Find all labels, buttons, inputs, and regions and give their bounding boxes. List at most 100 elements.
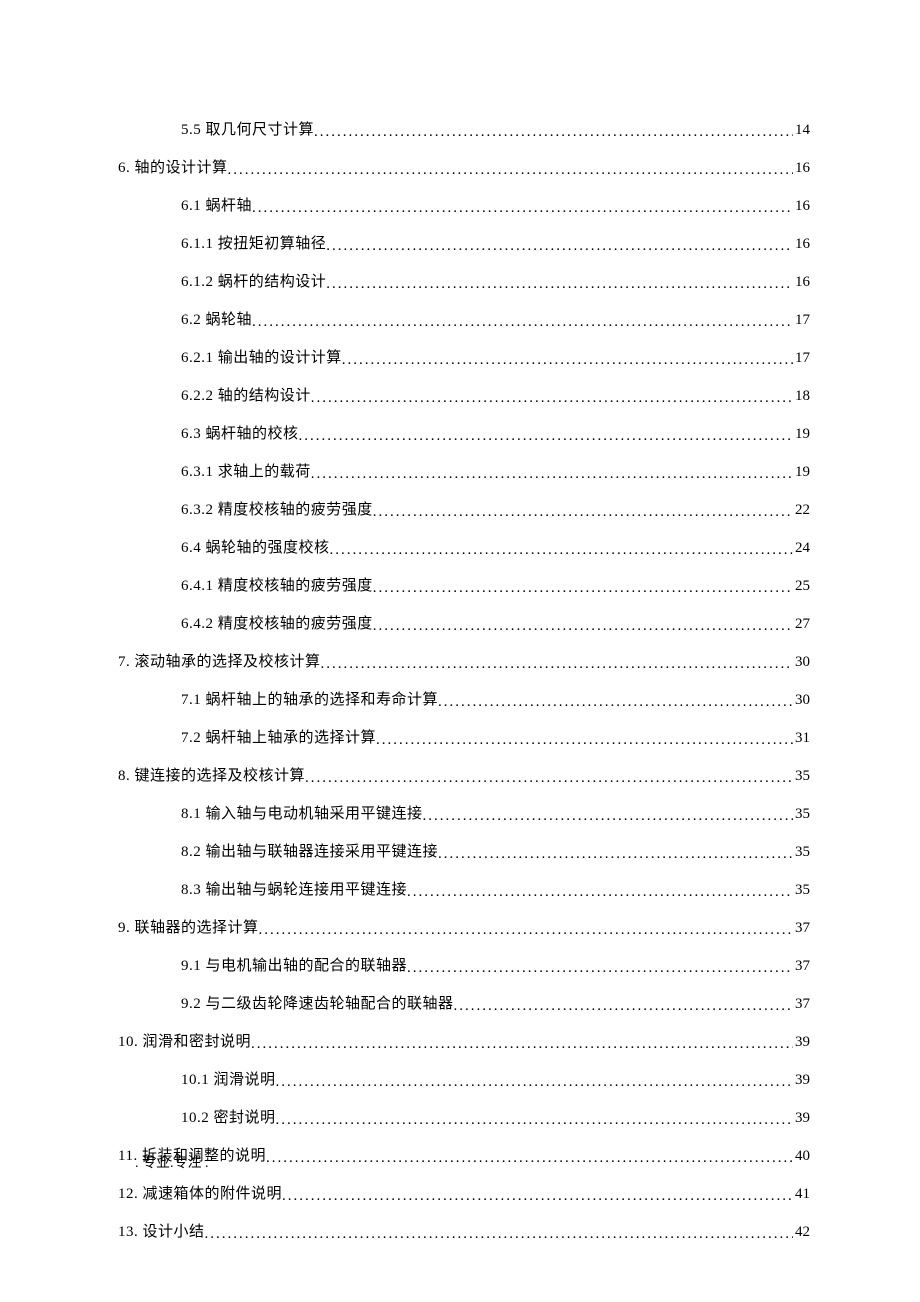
toc-page-number: 30 [793,654,810,671]
toc-entry: 6.2.2 轴的结构设计 18 [118,384,810,405]
toc-entry: 6.2 蜗轮轴 17 [118,308,810,329]
table-of-contents: 5.5 取几何尺寸计算 146. 轴的设计计算 166.1 蜗杆轴 166.1.… [118,118,810,1241]
toc-page-number: 40 [793,1148,810,1165]
toc-label: 9. 联轴器的选择计算 [118,916,259,937]
toc-entry: 9.2 与二级齿轮降速齿轮轴配合的联轴器 37 [118,992,810,1013]
toc-label: 13. 设计小结 [118,1220,205,1241]
toc-leader-dots [305,770,793,785]
toc-label: 6.2 蜗轮轴 [181,308,252,329]
toc-page-number: 35 [793,806,810,823]
toc-page-number: 19 [793,464,810,481]
toc-leader-dots [299,428,793,443]
toc-entry: 6.1 蜗杆轴 16 [118,194,810,215]
toc-entry: 6.3 蜗杆轴的校核 19 [118,422,810,443]
toc-page-number: 16 [793,198,810,215]
toc-label: 6. 轴的设计计算 [118,156,228,177]
toc-leader-dots [205,1226,793,1241]
toc-label: 6.1.1 按扭矩初算轴径 [181,232,326,253]
toc-entry: 7.2 蜗杆轴上轴承的选择计算 31 [118,726,810,747]
toc-entry: 10.1 润滑说明 39 [118,1068,810,1089]
toc-leader-dots [326,276,793,291]
toc-page-number: 19 [793,426,810,443]
toc-leader-dots [330,542,793,557]
toc-leader-dots [373,618,793,633]
toc-page-number: 18 [793,388,810,405]
toc-label: 6.3.2 精度校核轴的疲劳强度 [181,498,373,519]
toc-entry: 10.2 密封说明 39 [118,1106,810,1127]
toc-page-number: 22 [793,502,810,519]
toc-entry: 6.3.2 精度校核轴的疲劳强度 22 [118,498,810,519]
toc-leader-dots [342,352,793,367]
toc-label: 9.1 与电机输出轴的配合的联轴器 [181,954,407,975]
toc-page-number: 37 [793,958,810,975]
toc-page-number: 41 [793,1186,810,1203]
toc-page-number: 35 [793,768,810,785]
toc-entry: 5.5 取几何尺寸计算 14 [118,118,810,139]
toc-page-number: 39 [793,1034,810,1051]
toc-entry: 8.2 输出轴与联轴器连接采用平键连接 35 [118,840,810,861]
toc-label: 6.3.1 求轴上的载荷 [181,460,311,481]
toc-leader-dots [252,314,793,329]
toc-label: 9.2 与二级齿轮降速齿轮轴配合的联轴器 [181,992,454,1013]
toc-leader-dots [252,200,793,215]
toc-leader-dots [326,238,793,253]
toc-page-number: 37 [793,996,810,1013]
toc-page-number: 24 [793,540,810,557]
toc-entry: 6.3.1 求轴上的载荷 19 [118,460,810,481]
toc-entry: 10. 润滑和密封说明 39 [118,1030,810,1051]
toc-entry: 7. 滚动轴承的选择及校核计算 30 [118,650,810,671]
toc-leader-dots [259,922,793,937]
toc-label: 7.2 蜗杆轴上轴承的选择计算 [181,726,376,747]
toc-label: 12. 减速箱体的附件说明 [118,1182,282,1203]
document-page: 5.5 取几何尺寸计算 146. 轴的设计计算 166.1 蜗杆轴 166.1.… [0,0,920,1302]
toc-leader-dots [373,580,793,595]
toc-label: 6.2.2 轴的结构设计 [181,384,311,405]
toc-page-number: 14 [793,122,810,139]
toc-page-number: 16 [793,236,810,253]
toc-leader-dots [407,960,793,975]
toc-label: 6.1 蜗杆轴 [181,194,252,215]
toc-leader-dots [321,656,793,671]
toc-entry: 9.1 与电机输出轴的配合的联轴器 37 [118,954,810,975]
toc-label: 10.2 密封说明 [181,1106,276,1127]
toc-label: 8. 键连接的选择及校核计算 [118,764,305,785]
toc-entry: 6.4.2 精度校核轴的疲劳强度 27 [118,612,810,633]
toc-leader-dots [454,998,793,1013]
toc-label: 6.1.2 蜗杆的结构设计 [181,270,326,291]
toc-page-number: 17 [793,312,810,329]
toc-entry: 8.1 输入轴与电动机轴采用平键连接 35 [118,802,810,823]
toc-entry: 6.1.1 按扭矩初算轴径 16 [118,232,810,253]
toc-page-number: 35 [793,882,810,899]
toc-leader-dots [376,732,793,747]
toc-leader-dots [311,390,793,405]
toc-leader-dots [276,1112,793,1127]
toc-page-number: 17 [793,350,810,367]
toc-page-number: 35 [793,844,810,861]
toc-label: 10.1 润滑说明 [181,1068,276,1089]
toc-leader-dots [438,694,793,709]
toc-entry: 6.1.2 蜗杆的结构设计 16 [118,270,810,291]
toc-page-number: 42 [793,1224,810,1241]
toc-leader-dots [311,466,793,481]
toc-label: 6.4.2 精度校核轴的疲劳强度 [181,612,373,633]
toc-label: 8.3 输出轴与蜗轮连接用平键连接 [181,878,407,899]
toc-label: 6.3 蜗杆轴的校核 [181,422,299,443]
toc-label: 8.1 输入轴与电动机轴采用平键连接 [181,802,423,823]
toc-label: 10. 润滑和密封说明 [118,1030,251,1051]
toc-label: 6.2.1 输出轴的设计计算 [181,346,342,367]
toc-label: 5.5 取几何尺寸计算 [181,118,314,139]
toc-leader-dots [276,1074,793,1089]
toc-entry: 9. 联轴器的选择计算 37 [118,916,810,937]
toc-page-number: 27 [793,616,810,633]
toc-entry: 6.4 蜗轮轴的强度校核 24 [118,536,810,557]
toc-leader-dots [251,1036,793,1051]
toc-entry: 6.4.1 精度校核轴的疲劳强度 25 [118,574,810,595]
toc-entry: 8. 键连接的选择及校核计算 35 [118,764,810,785]
toc-page-number: 30 [793,692,810,709]
toc-leader-dots [373,504,793,519]
toc-page-number: 16 [793,160,810,177]
toc-page-number: 37 [793,920,810,937]
toc-label: 6.4 蜗轮轴的强度校核 [181,536,330,557]
toc-leader-dots [266,1150,793,1165]
toc-page-number: 16 [793,274,810,291]
